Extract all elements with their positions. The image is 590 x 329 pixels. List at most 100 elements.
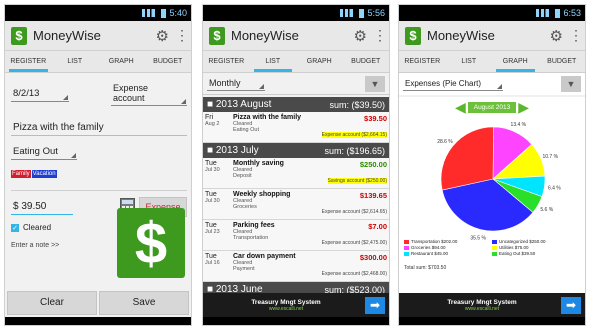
tab-list[interactable]: LIST	[52, 51, 99, 72]
app-logo-icon: $	[11, 26, 27, 45]
account-spinner[interactable]: Expense account	[111, 81, 187, 106]
tab-budget[interactable]: BUDGET	[539, 51, 586, 72]
action-bar: $ MoneyWise ⚙ ⋮	[399, 21, 585, 51]
tab-budget[interactable]: BUDGET	[145, 51, 192, 72]
tx-day: Jul 30	[205, 198, 220, 204]
settings-gear-icon[interactable]: ⚙	[354, 27, 367, 45]
amount-input[interactable]: $ 39.50	[11, 199, 73, 215]
tx-title: Pizza with the family	[233, 114, 302, 121]
month-label: ■ 2013 August	[207, 99, 272, 110]
legend-swatch	[404, 251, 409, 256]
tag-family[interactable]: Family	[11, 170, 31, 178]
tab-bar: REGISTER LIST GRAPH BUDGET	[399, 51, 585, 73]
tab-graph[interactable]: GRAPH	[98, 51, 145, 72]
ad-url: www.escalli.net	[268, 305, 304, 312]
next-period-arrow-icon[interactable]: ▶	[518, 99, 529, 116]
settings-gear-icon[interactable]: ⚙	[550, 27, 563, 45]
tx-category: Transportation	[233, 235, 269, 241]
tx-weekday: Tue	[205, 191, 217, 198]
legend-item: Utilities $75.00	[492, 245, 580, 250]
tx-amount: $250.00	[359, 160, 387, 169]
tx-category: Deposit	[233, 173, 252, 179]
battery-icon	[555, 8, 561, 18]
legend-swatch	[492, 245, 497, 250]
legend-item: Restaurant $45.00	[404, 251, 492, 256]
tx-account: Expense account ($2,475.00)	[321, 240, 387, 246]
cleared-checkbox[interactable]: ✓	[11, 223, 19, 232]
legend-item: Uncategorized $250.00	[492, 239, 580, 244]
tab-register[interactable]: REGISTER	[5, 51, 52, 72]
tx-day: Jul 16	[205, 260, 220, 266]
tab-register[interactable]: REGISTER	[399, 51, 446, 72]
clock: 6:53	[563, 8, 581, 18]
tx-date: Tue Jul 30	[205, 160, 233, 186]
legend-label: Utilities $75.00	[499, 245, 529, 250]
transaction-row[interactable]: Tue Jul 23 Parking fees Cleared Transportati…	[203, 220, 389, 251]
clear-button[interactable]: Clear	[7, 290, 97, 315]
month-header[interactable]: ■ 2013 July sum: ($196.65)	[203, 143, 389, 158]
tab-budget[interactable]: BUDGET	[343, 51, 390, 72]
arrow-right-icon[interactable]: ➡	[365, 296, 385, 314]
save-button[interactable]: Save	[99, 290, 189, 315]
tab-graph[interactable]: GRAPH	[296, 51, 343, 72]
legend-item: Groceries $94.00	[404, 245, 492, 250]
tab-graph[interactable]: GRAPH	[492, 51, 539, 72]
tx-amounts: $7.00 Expense account ($2,475.00)	[315, 222, 387, 248]
register-screen: 5:40 $ MoneyWise ⚙ ⋮ REGISTER LIST GRAPH…	[4, 4, 192, 326]
arrow-right-icon[interactable]: ➡	[561, 296, 581, 314]
filter-funnel-icon[interactable]: ▼	[365, 75, 385, 92]
overflow-menu-icon[interactable]: ⋮	[373, 27, 387, 44]
tab-register[interactable]: REGISTER	[203, 51, 250, 72]
tx-day: Aug 2	[205, 121, 220, 127]
prev-period-arrow-icon[interactable]: ◀	[455, 99, 466, 116]
chart-type-spinner[interactable]: Expenses (Pie Chart)	[403, 77, 503, 91]
pie-slice-transportation	[440, 126, 494, 191]
tab-list[interactable]: LIST	[250, 51, 297, 72]
transaction-row[interactable]: Tue Jul 16 Car down payment Cleared Payment $…	[203, 251, 389, 282]
legend-swatch	[492, 239, 497, 244]
overflow-menu-icon[interactable]: ⋮	[175, 27, 189, 44]
clock: 5:40	[169, 8, 187, 18]
tx-details: Monthly saving Cleared Deposit	[233, 160, 315, 186]
description-input[interactable]: Pizza with the family	[11, 120, 187, 136]
overflow-menu-icon[interactable]: ⋮	[569, 27, 583, 44]
ad-banner[interactable]: Treasury Mngt System www.escalli.net ➡	[399, 293, 585, 317]
tab-bar: REGISTER LIST GRAPH BUDGET	[5, 51, 191, 73]
tx-weekday: Tue	[205, 253, 217, 260]
period-spinner[interactable]: Monthly	[207, 76, 265, 91]
status-bar: 5:40	[5, 5, 191, 21]
date-picker[interactable]: 8/2/13	[11, 86, 69, 102]
category-spinner[interactable]: Eating Out	[11, 144, 77, 160]
tx-amount: $7.00	[368, 222, 387, 231]
tx-account-wrap: Savings account ($250.00)	[315, 169, 387, 187]
transaction-row[interactable]: Tue Jul 30 Weekly shopping Cleared Groceries…	[203, 189, 389, 220]
filter-funnel-icon[interactable]: ▼	[561, 76, 581, 92]
signal-icon	[142, 9, 159, 17]
app-title: MoneyWise	[231, 28, 299, 43]
tx-account: Savings account ($250.00)	[327, 178, 387, 184]
app-title: MoneyWise	[427, 28, 495, 43]
transaction-row[interactable]: Tue Jul 30 Monthly saving Cleared Deposit $25…	[203, 158, 389, 189]
tx-date: Fri Aug 2	[205, 114, 233, 140]
cleared-label: Cleared	[23, 223, 52, 232]
tab-list[interactable]: LIST	[446, 51, 493, 72]
tx-day: Jul 23	[205, 229, 220, 235]
app-logo-icon: $	[405, 26, 421, 45]
month-sum: sum: ($39.50)	[329, 99, 385, 110]
action-bar: $ MoneyWise ⚙ ⋮	[203, 21, 389, 51]
tags-row[interactable]: Family Vacation	[11, 170, 187, 178]
tx-account-wrap: Expense account ($2,475.00)	[315, 231, 387, 249]
list-screen: 5:56 $ MoneyWise ⚙ ⋮ REGISTER LIST GRAPH…	[202, 4, 390, 326]
tx-amounts: $250.00 Savings account ($250.00)	[315, 160, 387, 186]
tag-vacation[interactable]: Vacation	[31, 170, 57, 178]
tx-title: Weekly shopping	[233, 191, 291, 198]
settings-gear-icon[interactable]: ⚙	[156, 27, 169, 45]
transaction-row[interactable]: Fri Aug 2 Pizza with the family Cleared Eati…	[203, 112, 389, 143]
tx-amounts: $300.00 Expense account ($2,468.00)	[315, 253, 387, 279]
tx-title: Car down payment	[233, 253, 296, 260]
ad-banner[interactable]: Treasury Mngt System www.escalli.net ➡	[203, 293, 389, 317]
transaction-list[interactable]: ■ 2013 August sum: ($39.50) Fri Aug 2 Pizza …	[203, 97, 389, 295]
ad-title: Treasury Mngt System	[251, 298, 321, 306]
month-header[interactable]: ■ 2013 August sum: ($39.50)	[203, 97, 389, 112]
pie-chart: 13.4 %10.7 %6.4 %5.6 %35.5 %28.6 %	[437, 122, 561, 241]
